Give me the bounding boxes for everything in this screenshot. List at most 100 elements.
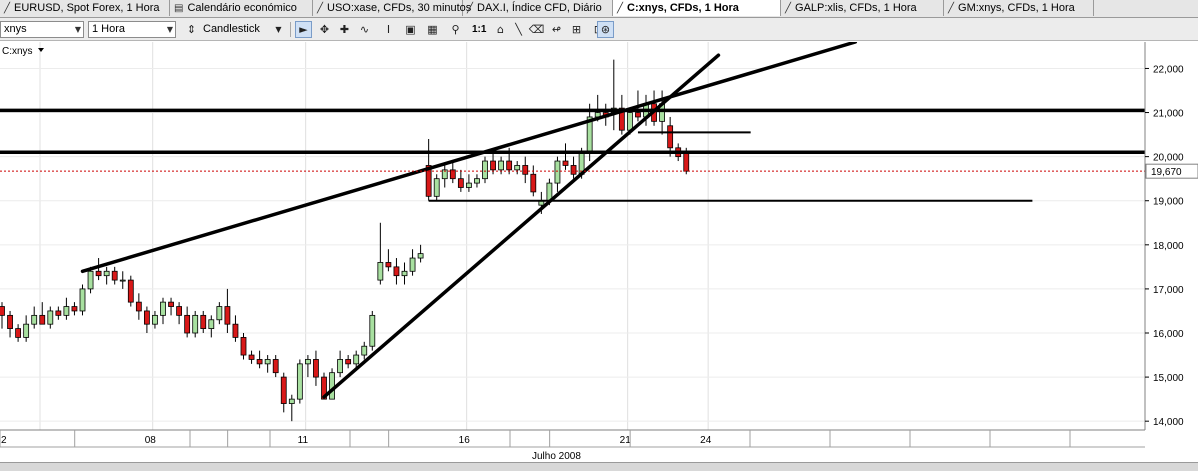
chart-icon: ╱ bbox=[4, 2, 11, 14]
candle-body bbox=[176, 306, 183, 316]
tab-3[interactable]: ╱ DAX.I, Índice CFD, Diário bbox=[463, 0, 613, 16]
line-tool-icon[interactable]: ╲ bbox=[510, 21, 527, 38]
tab-4[interactable]: ╱ C:xnys, CFDs, 1 Hora bbox=[613, 0, 781, 16]
chart-symbol-label: C:xnys bbox=[2, 46, 33, 57]
chart-toolbar: xnys ▼ 1 Hora ▼ ⇕ Candlestick ▼ ► ✥ ✚ ∿ … bbox=[0, 18, 1198, 41]
grid-icon[interactable]: ⊞ bbox=[568, 21, 585, 38]
candle-body bbox=[393, 266, 400, 277]
draw-icon[interactable]: ↫ bbox=[548, 21, 565, 38]
candle-body bbox=[482, 160, 488, 180]
candle-body bbox=[168, 301, 174, 307]
x-tick-label: 11 bbox=[298, 435, 309, 446]
chart-type-dropdown-icon[interactable]: ▼ bbox=[270, 21, 287, 38]
candle-body bbox=[329, 372, 335, 400]
price-chart[interactable]: 22,000 21,000 20,000 19,000 18,000 17,000 16,0… bbox=[0, 42, 1198, 462]
cursor-icon[interactable]: ► bbox=[295, 21, 312, 38]
y-tick-label: 14,000 bbox=[1153, 417, 1184, 428]
candle-body bbox=[63, 306, 70, 316]
candle-body bbox=[127, 279, 134, 303]
candle-body bbox=[232, 323, 239, 338]
plot-area bbox=[0, 42, 1145, 430]
chart-icon: ╱ bbox=[467, 2, 474, 14]
candle-body bbox=[103, 270, 110, 277]
candle-body bbox=[554, 160, 561, 184]
candle-body bbox=[304, 359, 311, 365]
magnet-icon[interactable]: ⊛ bbox=[597, 21, 614, 38]
tab-label: GM:xnys, CFDs, 1 Hora bbox=[958, 2, 1075, 14]
toolbar-separator bbox=[290, 22, 291, 37]
candle-body bbox=[0, 306, 5, 316]
calendar-icon: ▤ bbox=[174, 2, 184, 14]
candle-body bbox=[506, 160, 513, 171]
x-tick-label: 21 bbox=[620, 435, 632, 446]
price-axis bbox=[1145, 42, 1198, 430]
candle-body bbox=[111, 270, 118, 281]
candle-body bbox=[353, 354, 360, 365]
candle-body bbox=[87, 270, 94, 290]
candle-body bbox=[31, 314, 38, 325]
chart-type-icon[interactable]: ⇕ bbox=[183, 21, 200, 38]
crosshair-icon[interactable]: ✚ bbox=[336, 21, 353, 38]
candle-body bbox=[224, 306, 231, 325]
properties-icon[interactable]: ▣ bbox=[402, 21, 419, 38]
chevron-down-icon: ▼ bbox=[74, 25, 81, 34]
candle-body bbox=[55, 310, 62, 316]
insert-icon[interactable]: ▦ bbox=[424, 21, 441, 38]
candle-body bbox=[498, 160, 505, 171]
tab-0[interactable]: ╱ EURUSD, Spot Forex, 1 Hora bbox=[0, 0, 170, 16]
candle-body bbox=[264, 359, 271, 365]
text-icon[interactable]: I bbox=[380, 21, 397, 38]
tab-6[interactable]: ╱ GM:xnys, CFDs, 1 Hora bbox=[944, 0, 1094, 16]
symbol-select[interactable]: xnys ▼ bbox=[0, 21, 84, 38]
candle-body bbox=[337, 359, 344, 374]
month-label: Julho 2008 bbox=[532, 451, 581, 462]
y-tick-label: 21,000 bbox=[1153, 109, 1184, 120]
candle-body bbox=[216, 306, 223, 321]
candle-body bbox=[313, 359, 319, 378]
tab-label: EURUSD, Spot Forex, 1 Hora bbox=[14, 2, 160, 14]
candle-body bbox=[457, 178, 464, 188]
eraser-icon[interactable]: ⌫ bbox=[528, 21, 545, 38]
candle-body bbox=[433, 178, 440, 197]
tab-1[interactable]: ▤ Calendário económico bbox=[170, 0, 313, 16]
zoom-icon[interactable]: ⚲ bbox=[447, 21, 464, 38]
tab-label: Calendário económico bbox=[187, 2, 297, 14]
candle-body bbox=[192, 314, 199, 334]
candle-body bbox=[7, 314, 13, 329]
candle-body bbox=[288, 398, 295, 404]
y-tick-label: 22,000 bbox=[1153, 64, 1184, 75]
candle-body bbox=[240, 337, 247, 356]
candle-body bbox=[377, 262, 384, 281]
y-tick-label: 16,000 bbox=[1153, 329, 1184, 340]
candle-body bbox=[683, 151, 690, 172]
timeframe-select-value: 1 Hora bbox=[92, 23, 126, 35]
timeframe-select[interactable]: 1 Hora ▼ bbox=[88, 21, 176, 38]
candle-body bbox=[401, 270, 408, 277]
candle-body bbox=[184, 314, 191, 334]
candle-body bbox=[474, 178, 480, 184]
move-cursor-icon[interactable]: ✥ bbox=[316, 21, 333, 38]
candle-body bbox=[369, 314, 376, 347]
candle-body bbox=[465, 182, 472, 188]
candle-body bbox=[135, 301, 142, 312]
tab-2[interactable]: ╱ USO:xase, CFDs, 30 minutos bbox=[313, 0, 471, 16]
candle-body bbox=[160, 301, 166, 316]
candle-body bbox=[296, 363, 303, 400]
zoom-reset-button[interactable]: 1:1 bbox=[472, 21, 486, 38]
x-tick-label: 08 bbox=[145, 435, 157, 446]
candle-body bbox=[345, 359, 352, 365]
candle-body bbox=[530, 173, 537, 193]
candle-body bbox=[562, 160, 569, 166]
chart-type-label[interactable]: Candlestick bbox=[203, 21, 260, 38]
x-tick-label: 2 bbox=[1, 435, 7, 446]
y-tick-label: 20,000 bbox=[1153, 153, 1184, 164]
chart-icon: ╱ bbox=[617, 2, 624, 14]
candle-body bbox=[143, 310, 150, 325]
candle-body bbox=[627, 112, 633, 131]
tool-icon[interactable]: ⌂ bbox=[492, 21, 509, 38]
tab-5[interactable]: ╱ GALP:xlis, CFDs, 1 Hora bbox=[781, 0, 944, 16]
candle-body bbox=[570, 165, 577, 175]
candle-body bbox=[490, 160, 496, 171]
tab-label: DAX.I, Índice CFD, Diário bbox=[477, 2, 602, 14]
wave-indicator-icon[interactable]: ∿ bbox=[356, 21, 373, 38]
